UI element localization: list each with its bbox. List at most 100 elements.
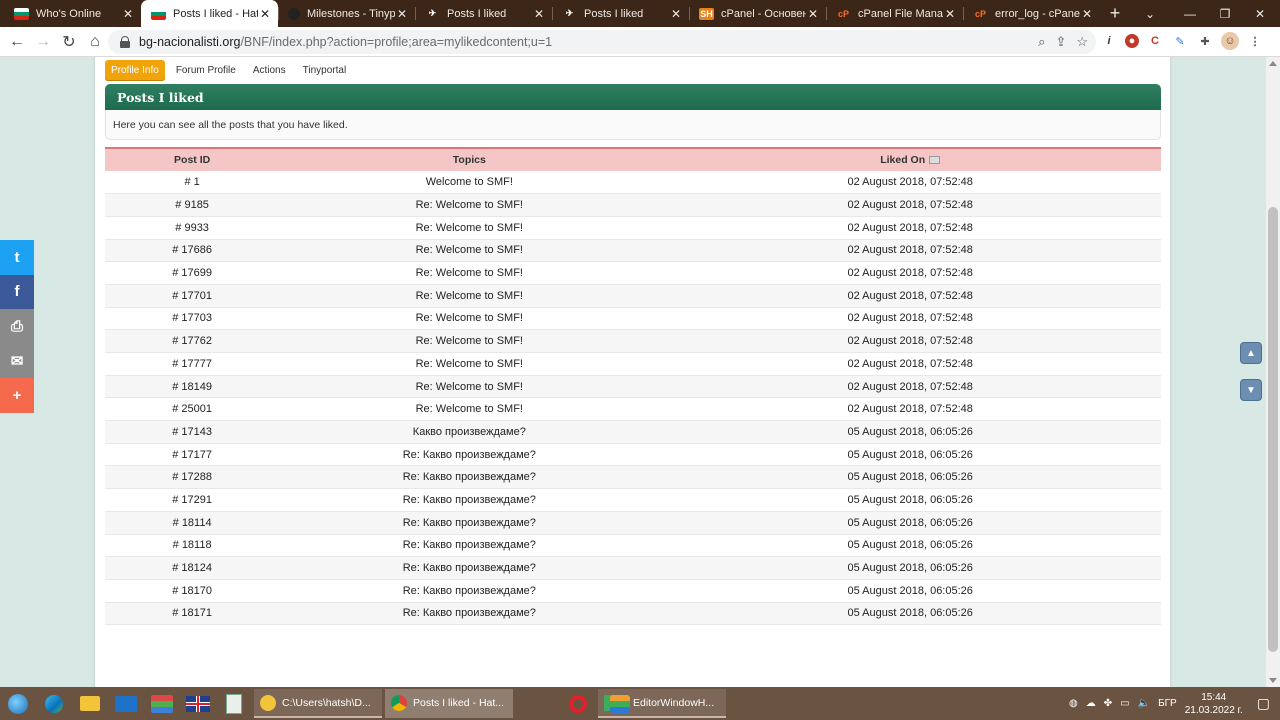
topic-link[interactable]: Re: Welcome to SMF! [279,352,660,376]
twitter-share-icon[interactable]: t [0,240,34,275]
post-id-cell[interactable]: # 17699 [105,261,280,285]
app-tray-icon[interactable]: ✤ [1104,698,1112,709]
menu-kebab-icon[interactable]: ⋮ [1246,32,1264,50]
file-explorer-icon[interactable] [72,687,108,720]
topic-link[interactable]: Re: Какво произвеждаме? [279,556,660,580]
scrollbar-thumb[interactable] [1268,207,1278,652]
browser-tab[interactable]: ✈ Posts I liked ✕ [415,0,552,27]
new-tab-button[interactable]: + [1100,0,1130,27]
topic-link[interactable]: Re: Какво произвеждаме? [279,465,660,490]
scroll-up-icon[interactable]: ▲ [1240,342,1262,364]
antivirus-tray-icon[interactable]: ◍ [1069,698,1078,709]
post-id-cell[interactable]: # 18124 [105,556,280,580]
language-flag-icon[interactable] [180,687,216,720]
post-id-cell[interactable]: # 17177 [105,443,280,467]
post-id-cell[interactable]: # 18118 [105,534,280,558]
reload-button[interactable]: ↻ [56,29,82,55]
minimize-button[interactable]: — [1170,0,1210,27]
tab-close-icon[interactable]: ✕ [258,7,272,21]
network-icon[interactable]: ▭ [1120,698,1129,709]
profile-nav-item[interactable]: Tinyportal [297,62,353,79]
post-id-cell[interactable]: # 17701 [105,284,280,308]
post-id-cell[interactable]: # 25001 [105,397,280,422]
post-id-cell[interactable]: # 18114 [105,511,280,535]
email-share-icon[interactable]: ✉ [0,343,34,378]
forward-button[interactable]: → [30,29,56,55]
bookmark-star-icon[interactable]: ☆ [1076,34,1088,50]
facebook-share-icon[interactable]: f [0,274,34,309]
post-id-cell[interactable]: # 17288 [105,465,280,490]
topic-link[interactable]: Welcome to SMF! [279,171,660,195]
topic-link[interactable]: Re: Welcome to SMF! [279,216,660,240]
profile-nav-item[interactable]: Forum Profile [170,62,242,79]
topic-link[interactable]: Re: Какво произвеждаме? [279,534,660,558]
profile-avatar-icon[interactable]: ☺ [1221,32,1239,50]
tab-close-icon[interactable]: ✕ [669,7,683,21]
tab-close-icon[interactable]: ✕ [395,7,409,21]
topic-link[interactable]: Re: Какво произвеждаме? [279,579,660,603]
browser-tab[interactable]: Posts I liked - Hatsh✕ [141,0,278,27]
tab-close-icon[interactable]: ✕ [943,7,957,21]
tab-close-icon[interactable]: ✕ [1080,7,1094,21]
post-id-cell[interactable]: # 17703 [105,307,280,331]
mail-icon[interactable] [108,687,144,720]
tab-close-icon[interactable]: ✕ [532,7,546,21]
header-topics[interactable]: Topics [279,147,660,171]
sort-icon[interactable] [929,156,941,165]
post-id-cell[interactable]: # 17686 [105,239,280,263]
topic-link[interactable]: Re: Welcome to SMF! [279,375,660,399]
close-window-button[interactable]: ✕ [1240,0,1280,27]
tab-close-icon[interactable]: ✕ [806,7,820,21]
share-icon[interactable]: ⇪ [1055,34,1066,50]
post-id-cell[interactable]: # 9185 [105,193,280,217]
edge-icon[interactable] [36,687,72,720]
topic-link[interactable]: Re: Welcome to SMF! [279,397,660,422]
back-button[interactable]: ← [4,29,30,55]
scrollbar-up-arrow-icon[interactable] [1269,61,1277,66]
notepad-icon[interactable] [216,687,252,720]
header-liked-on[interactable]: Liked On [659,147,1161,171]
volume-icon[interactable]: 🔈 [1138,698,1150,709]
browser-tab[interactable]: Who's Online ✕ [4,0,141,27]
home-button[interactable]: ⌂ [82,29,108,55]
taskbar-app-button[interactable]: C:\Users\hatsh\D... [254,689,382,718]
info-extension-icon[interactable]: i [1100,32,1118,50]
opera-icon[interactable] [560,687,596,720]
zoom-icon[interactable]: ⌕ [1038,34,1045,50]
header-post-id[interactable]: Post ID [105,147,280,171]
topic-link[interactable]: Re: Какво произвеждаме? [279,488,660,512]
page-scrollbar[interactable] [1266,57,1280,687]
language-indicator[interactable]: БГР [1158,698,1177,709]
profile-nav-item[interactable]: Profile Info [105,60,165,81]
puzzle-extensions-icon[interactable]: ✚ [1196,32,1214,50]
browser-tab[interactable]: Milestones - Tinyportal✕ [278,0,415,27]
browser-tab[interactable]: ✈ Posts I liked ✕ [552,0,689,27]
topic-link[interactable]: Re: Какво произвеждаме? [279,443,660,467]
topic-link[interactable]: Re: Welcome to SMF! [279,193,660,217]
topic-link[interactable]: Re: Welcome to SMF! [279,261,660,285]
profile-nav-item[interactable]: Actions [247,62,292,79]
post-id-cell[interactable]: # 9933 [105,216,280,240]
topic-link[interactable]: Re: Welcome to SMF! [279,284,660,308]
address-bar[interactable]: bg-nacionalisti.org/BNF/index.php?action… [108,30,1096,54]
onedrive-icon[interactable]: ☁ [1086,698,1096,709]
topic-link[interactable]: Re: Welcome to SMF! [279,239,660,263]
post-id-cell[interactable]: # 17291 [105,488,280,512]
restore-button[interactable]: ❐ [1205,0,1245,27]
start-button-icon[interactable] [0,687,36,720]
badge-extension-icon[interactable]: C [1146,32,1164,50]
post-id-cell[interactable]: # 18171 [105,602,280,626]
topic-link[interactable]: Re: Какво произвеждаме? [279,602,660,626]
browser-tab[interactable]: SH cPanel - Основен ✕ [689,0,826,27]
post-id-cell[interactable]: # 17762 [105,329,280,353]
topic-link[interactable]: Re: Welcome to SMF! [279,307,660,331]
clock[interactable]: 15:44 21.03.2022 г. [1185,691,1243,717]
post-id-cell[interactable]: # 17777 [105,352,280,376]
more-share-icon[interactable]: + [0,378,34,413]
notifications-icon[interactable]: ▢ [1257,695,1270,712]
post-id-cell[interactable]: # 1 [105,171,280,195]
pen-extension-icon[interactable]: ✎ [1171,32,1189,50]
tab-search-icon[interactable]: ⌄ [1130,0,1170,27]
post-id-cell[interactable]: # 17143 [105,420,280,444]
winrar-icon[interactable] [144,687,180,720]
